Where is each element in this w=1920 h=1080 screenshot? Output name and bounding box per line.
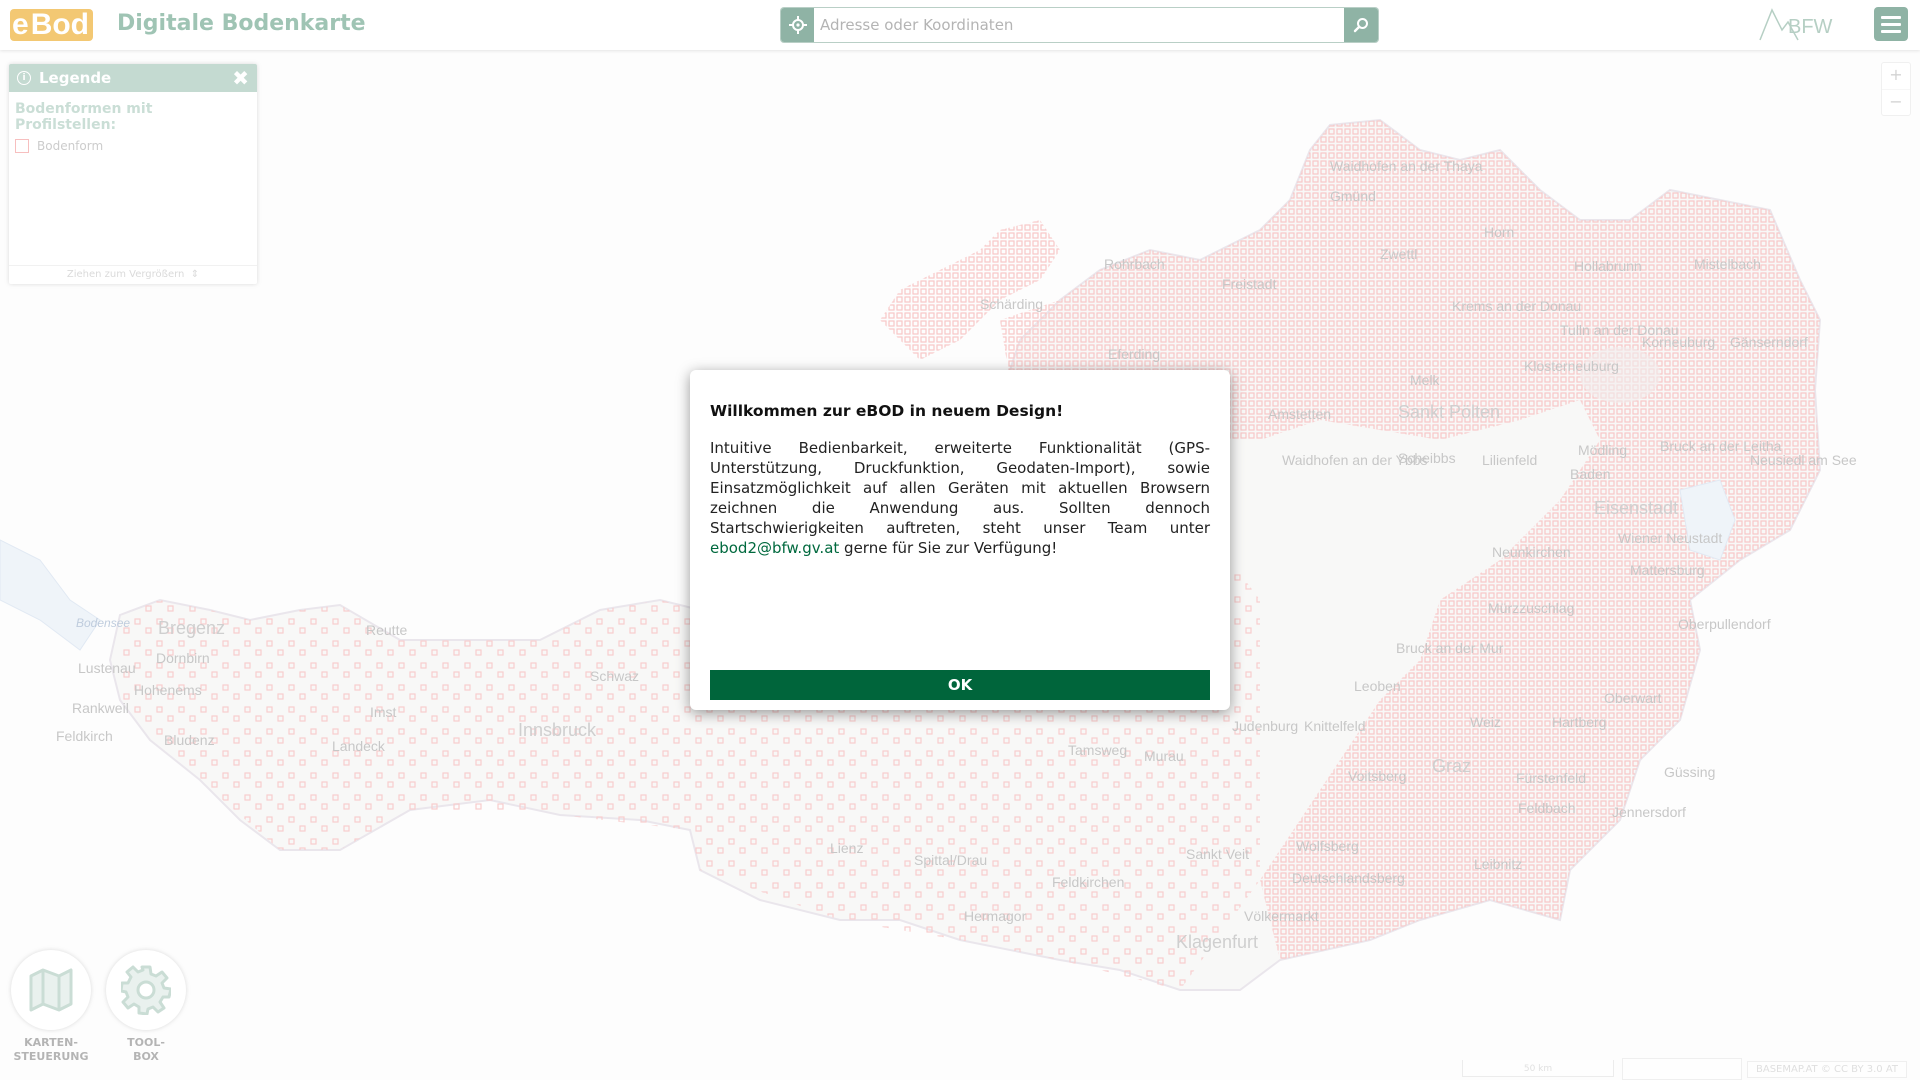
logo-e: e xyxy=(10,8,31,41)
logo-bod: Bod xyxy=(30,9,94,41)
dialog-title: Willkommen zur eBOD in neuem Design! xyxy=(710,402,1064,420)
dialog-text-end: gerne für Sie zur Verfügung! xyxy=(844,539,1058,557)
app-title: Digitale Bodenkarte xyxy=(117,11,366,36)
dialog-text: Intuitive Bedienbarkeit, erweiterte Funk… xyxy=(710,439,1210,537)
top-bar: eBod Digitale Bodenkarte BFW xyxy=(0,0,1920,50)
search-input[interactable] xyxy=(814,8,1344,42)
ebod-logo[interactable]: e Bod xyxy=(10,8,94,41)
crosshair-icon xyxy=(788,16,807,34)
menu-bar-icon xyxy=(1881,15,1901,19)
welcome-dialog: Willkommen zur eBOD in neuem Design! Int… xyxy=(690,370,1230,710)
dialog-message: Intuitive Bedienbarkeit, erweiterte Funk… xyxy=(710,438,1210,558)
bfw-logo: BFW xyxy=(1758,4,1844,44)
search-bar xyxy=(781,8,1378,42)
ok-button[interactable]: OK xyxy=(710,670,1210,700)
hamburger-menu-button[interactable] xyxy=(1874,7,1908,41)
menu-bar-icon xyxy=(1881,29,1901,33)
search-button[interactable] xyxy=(1344,8,1378,42)
support-email-link[interactable]: ebod2@bfw.gv.at xyxy=(710,539,839,557)
search-icon xyxy=(1353,18,1368,33)
bfw-logo-text: BFW xyxy=(1788,16,1833,38)
menu-bar-icon xyxy=(1881,22,1901,26)
locate-button[interactable] xyxy=(781,8,814,42)
